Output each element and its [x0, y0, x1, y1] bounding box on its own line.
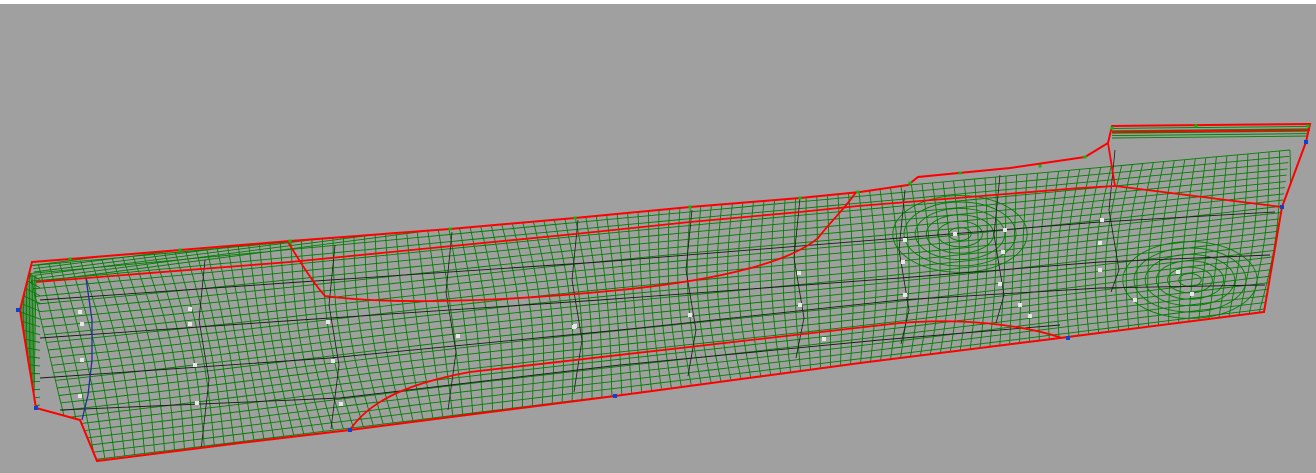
vertex-marker: [822, 337, 826, 341]
vertex-marker: [80, 322, 84, 326]
grid-line: [20, 311, 41, 320]
vertex-marker: [1098, 241, 1102, 245]
vertex-marker: [456, 334, 460, 338]
grid-line: [1028, 173, 1039, 345]
vertex-marker: [326, 320, 330, 324]
corner-node: [16, 308, 20, 312]
vertex-marker: [1003, 228, 1007, 232]
vertex-marker: [78, 394, 82, 398]
boundary-node: [856, 190, 860, 194]
mesh-canvas[interactable]: [0, 0, 1316, 473]
mesh-grid: [20, 124, 1310, 461]
boundary-node: [1038, 164, 1042, 168]
vertex-marker: [1028, 314, 1032, 318]
grid-line: [42, 199, 1284, 328]
corner-node: [1066, 336, 1070, 340]
vertex-marker: [78, 310, 82, 314]
vertex-marker: [688, 313, 692, 317]
grid-ring: [1167, 266, 1213, 294]
grid-line: [1038, 172, 1049, 344]
vertex-marker: [901, 260, 905, 264]
boundary-node: [1194, 124, 1198, 128]
vertex-marker: [798, 303, 802, 307]
grid-ring: [903, 201, 1017, 267]
corner-node: [1280, 205, 1284, 209]
grid-line: [20, 355, 41, 359]
boundary-curve: [287, 191, 857, 303]
vertex-marker: [1100, 218, 1104, 222]
vertex-marker: [903, 238, 907, 242]
vertex-marker: [998, 282, 1002, 286]
vertex-marker: [188, 322, 192, 326]
grid-line: [20, 269, 23, 406]
boundary-node: [288, 239, 292, 243]
boundary-node: [1083, 155, 1087, 159]
boundary-node: [178, 248, 182, 252]
vertex-marker: [339, 402, 343, 406]
boundary-node: [68, 257, 72, 261]
corner-node: [348, 428, 352, 432]
grid-line: [1111, 133, 1310, 137]
corner-node: [1304, 140, 1308, 144]
boundary-node: [573, 216, 577, 220]
boundary-node: [1110, 126, 1114, 130]
vertex-marker: [80, 358, 84, 362]
boundary-node: [688, 205, 692, 209]
boundary-node: [798, 196, 802, 200]
corner-node: [34, 406, 38, 410]
grid-ring: [937, 220, 983, 248]
grid-line: [56, 249, 1277, 389]
vertex-marker: [1176, 270, 1180, 274]
grid-line: [20, 396, 41, 400]
vertex-marker: [1018, 303, 1022, 307]
vertex-marker: [188, 307, 192, 311]
grid-line: [20, 337, 41, 343]
vertex-marker: [1098, 268, 1102, 272]
vertex-marker: [797, 271, 801, 275]
vertex-marker: [195, 401, 199, 405]
vertex-marker: [953, 232, 957, 236]
vertex-marker: [1133, 298, 1137, 302]
grid-line: [1009, 175, 1018, 347]
boundary-node: [958, 171, 962, 175]
grid-line: [20, 346, 41, 351]
corner-node: [613, 394, 617, 398]
vertex-marker: [1001, 250, 1005, 254]
boundary-node: [1306, 124, 1310, 128]
boundary-node: [448, 227, 452, 231]
vertex-marker: [193, 363, 197, 367]
vertex-marker: [903, 293, 907, 297]
grid-line: [55, 243, 1278, 381]
grid-ring: [925, 214, 995, 254]
boundary-node: [908, 181, 912, 185]
vertex-marker: [572, 325, 576, 329]
grid-line: [1111, 135, 1310, 139]
vertex-marker: [331, 359, 335, 363]
feature-line: [59, 324, 1061, 411]
grid-line: [21, 270, 24, 405]
3d-viewport[interactable]: [0, 0, 1316, 473]
grid-line: [38, 187, 1285, 313]
grid-line: [20, 388, 41, 391]
vertex-marker: [1190, 292, 1194, 296]
